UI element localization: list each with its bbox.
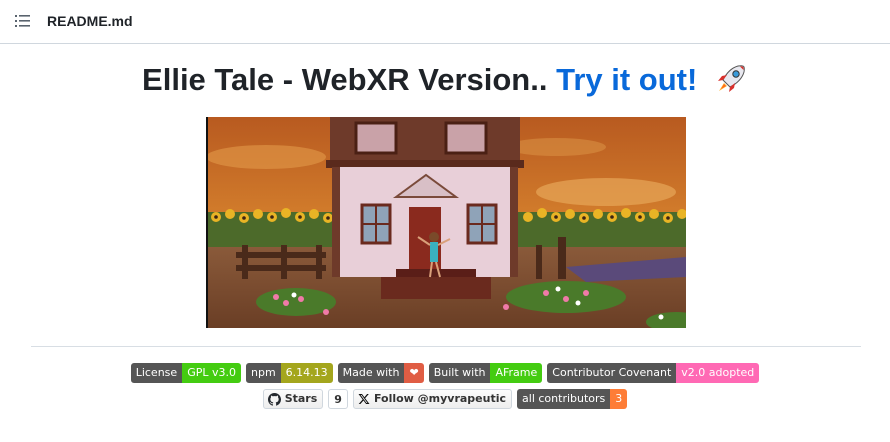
heart-icon: ❤ bbox=[404, 363, 424, 383]
license-badge[interactable]: License GPL v3.0 bbox=[130, 363, 241, 383]
badge-label: Built with bbox=[428, 363, 491, 383]
file-header: README.md bbox=[0, 0, 890, 44]
follow-x-button[interactable]: Follow @myvrapeutic bbox=[352, 389, 513, 409]
divider bbox=[31, 346, 861, 347]
badge-value: AFrame bbox=[490, 363, 543, 383]
file-name: README.md bbox=[47, 13, 133, 29]
readme-title: Ellie Tale - WebXR Version.. Try it out! bbox=[0, 62, 890, 98]
badge-label: npm bbox=[245, 363, 281, 383]
try-it-out-link[interactable]: Try it out! bbox=[556, 62, 697, 97]
list-icon[interactable] bbox=[15, 14, 31, 28]
badge-value: v2.0 adopted bbox=[676, 363, 760, 383]
stars-label: Stars bbox=[284, 392, 318, 405]
badge-label: Made with bbox=[337, 363, 405, 383]
contributor-covenant-badge[interactable]: Contributor Covenant v2.0 adopted bbox=[547, 363, 760, 383]
badge-value: GPL v3.0 bbox=[182, 363, 241, 383]
game-screenshot bbox=[206, 117, 686, 328]
badge-value: 6.14.13 bbox=[280, 363, 333, 383]
built-with-aframe-badge[interactable]: Built with AFrame bbox=[428, 363, 543, 383]
title-text: Ellie Tale - WebXR Version.. bbox=[142, 62, 548, 97]
badge-label: License bbox=[130, 363, 183, 383]
follow-label: Follow @myvrapeutic bbox=[373, 392, 507, 405]
x-logo-icon bbox=[358, 394, 370, 404]
badge-label: all contributors bbox=[517, 389, 611, 409]
github-stars-button[interactable]: Stars bbox=[262, 389, 324, 409]
rocket-icon bbox=[717, 65, 745, 92]
badge-label: Contributor Covenant bbox=[547, 363, 677, 383]
github-icon bbox=[267, 392, 281, 406]
npm-badge[interactable]: npm 6.14.13 bbox=[245, 363, 333, 383]
badge-value: 3 bbox=[610, 389, 628, 409]
all-contributors-badge[interactable]: all contributors 3 bbox=[517, 389, 628, 409]
badge-row-1: License GPL v3.0 npm 6.14.13 Made with ❤… bbox=[0, 363, 890, 383]
made-with-love-badge[interactable]: Made with ❤ bbox=[337, 363, 424, 383]
badge-row-2: Stars 9 Follow @myvrapeutic all contribu… bbox=[0, 389, 890, 409]
stars-count: 9 bbox=[328, 389, 348, 409]
